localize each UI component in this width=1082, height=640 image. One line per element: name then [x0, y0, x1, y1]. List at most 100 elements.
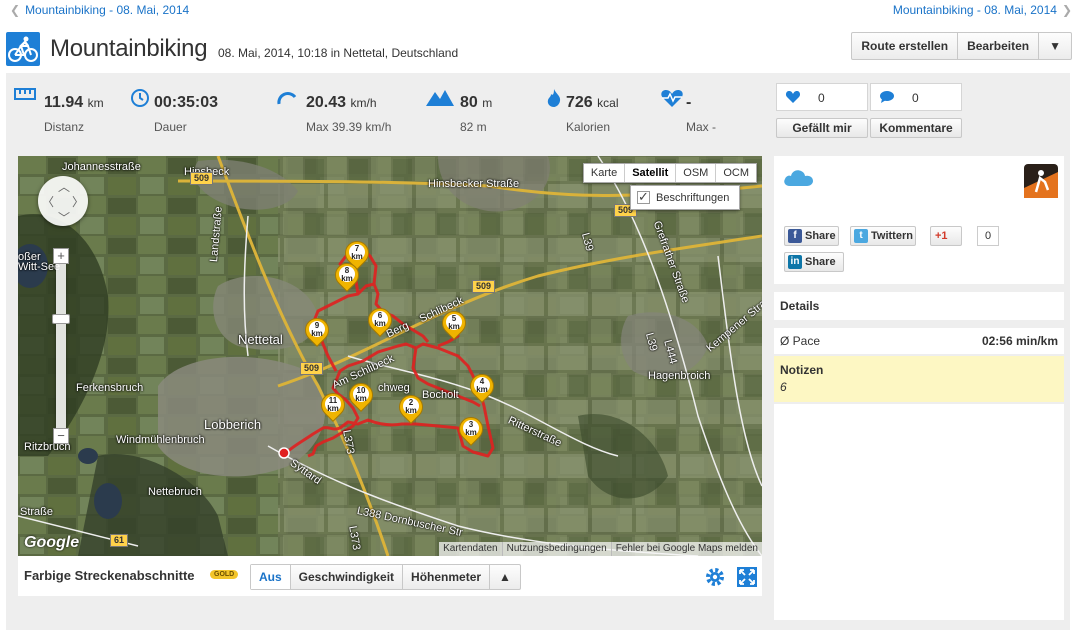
- km-marker[interactable]: 9 km: [300, 313, 334, 352]
- terms-link[interactable]: Nutzungsbedingungen: [501, 542, 611, 556]
- km-marker[interactable]: 4 km: [465, 369, 499, 408]
- header-actions: Route erstellen Bearbeiten ▼: [851, 32, 1072, 60]
- map-type-osm[interactable]: OSM: [676, 164, 717, 182]
- google-plus-button[interactable]: +1: [930, 226, 962, 246]
- label-bocholt: Bocholt: [422, 389, 459, 401]
- heartrate-value: -: [686, 94, 692, 111]
- linkedin-share-button[interactable]: in Share: [784, 252, 844, 272]
- heart-icon: [785, 90, 801, 104]
- labels-checkbox[interactable]: [637, 189, 650, 205]
- google-plus-label: +1: [935, 230, 948, 242]
- likes-count: 0: [818, 91, 825, 105]
- calories-label: Kalorien: [566, 120, 611, 134]
- facebook-icon: f: [788, 229, 802, 243]
- labels-toggle[interactable]: Beschriftungen: [630, 185, 740, 210]
- heartrate-icon: [660, 88, 684, 108]
- speech-bubble-icon: [879, 90, 895, 104]
- pan-up-icon[interactable]: ︿: [58, 178, 70, 195]
- route-coloring-segments: Aus Geschwindigkeit Höhenmeter ▲: [250, 564, 521, 590]
- km-marker[interactable]: 11 km: [316, 388, 350, 427]
- elevation-sub: 82 m: [460, 120, 487, 134]
- sharing-card: f Share t Twittern +1 0 in Share: [774, 156, 1064, 284]
- pace-label: Ø Pace: [780, 334, 821, 348]
- label-nettetal: Nettetal: [238, 332, 283, 347]
- twitter-share-button[interactable]: t Twittern: [850, 226, 916, 246]
- mountainbike-icon: [6, 32, 40, 66]
- coloring-speed-button[interactable]: Geschwindigkeit: [291, 565, 404, 589]
- pan-right-icon[interactable]: 〉: [72, 193, 84, 210]
- route-map[interactable]: Johannesstraße Hinsbeck Hinsbecker Straß…: [18, 156, 762, 556]
- activity-subtitle: 08. Mai, 2014, 10:18 in Nettetal, Deutsc…: [218, 46, 459, 60]
- zoom-slider-track[interactable]: [56, 252, 66, 436]
- create-route-button[interactable]: Route erstellen: [852, 33, 959, 59]
- map-type-satellit[interactable]: Satellit: [625, 164, 677, 182]
- label-lobberich: Lobberich: [204, 417, 262, 432]
- km-marker[interactable]: 8 km: [330, 258, 364, 297]
- zoom-out-button[interactable]: −: [53, 428, 69, 444]
- duration-value: 00:35:03: [154, 94, 219, 111]
- distance-label: Distanz: [44, 120, 85, 134]
- road-shield: 61: [110, 534, 129, 547]
- speedometer-icon: [276, 88, 300, 108]
- notes-text: 6: [780, 380, 787, 394]
- more-actions-dropdown[interactable]: ▼: [1039, 33, 1071, 59]
- road-shield: 509: [472, 280, 496, 293]
- coloring-off-button[interactable]: Aus: [251, 565, 291, 589]
- label-nettebruch: Nettebruch: [148, 486, 202, 498]
- chevron-right-icon: ❯: [1061, 3, 1072, 17]
- fullscreen-icon[interactable]: [736, 566, 758, 588]
- comment-button[interactable]: Kommentare: [870, 118, 962, 138]
- collapse-toolbar-button[interactable]: ▲: [490, 565, 520, 589]
- zoom-in-button[interactable]: +: [53, 248, 69, 264]
- map-type-ocm[interactable]: OCM: [716, 164, 756, 182]
- km-marker[interactable]: 6 km: [363, 303, 397, 342]
- road-shield: 509: [190, 172, 214, 185]
- report-error-link[interactable]: Fehler bei Google Maps melden: [610, 542, 762, 556]
- edit-button[interactable]: Bearbeiten: [958, 33, 1040, 59]
- distance-value: 11.94 km: [44, 94, 104, 111]
- activity-title: Mountainbiking: [50, 35, 208, 62]
- likes-counter: 0: [776, 83, 868, 111]
- map-type-karte[interactable]: Karte: [584, 164, 626, 182]
- km-marker[interactable]: 3 km: [454, 412, 488, 451]
- previous-activity-label: Mountainbiking - 08. Mai, 2014: [25, 3, 190, 17]
- label-johannesstrasse: Johannesstraße: [62, 161, 141, 173]
- calories-value: 726 kcal: [566, 94, 619, 111]
- mountain-icon: [426, 88, 454, 108]
- road-shield: 509: [300, 362, 324, 375]
- pan-down-icon[interactable]: ﹀: [58, 209, 70, 226]
- duration-label: Dauer: [154, 120, 187, 134]
- activity-header: Mountainbiking 08. Mai, 2014, 10:18 in N…: [0, 28, 1082, 72]
- app-logo-icon: [1024, 164, 1058, 198]
- twitter-share-label: Twittern: [871, 230, 913, 242]
- next-activity-link[interactable]: Mountainbiking - 08. Mai, 2014 ❯: [893, 3, 1072, 17]
- previous-activity-link[interactable]: ❮ Mountainbiking - 08. Mai, 2014: [10, 3, 189, 17]
- next-activity-label: Mountainbiking - 08. Mai, 2014: [892, 3, 1057, 17]
- pan-left-icon[interactable]: 〈: [42, 193, 54, 210]
- label-hinsbecker-strasse: Hinsbecker Straße: [428, 178, 520, 190]
- clock-icon: [130, 88, 154, 108]
- zoom-slider-handle[interactable]: [52, 314, 70, 324]
- label-weg: chweg: [378, 382, 410, 394]
- pace-row: Ø Pace 02:56 min/km: [774, 328, 1064, 354]
- gold-badge: GOLD: [210, 570, 239, 579]
- map-data-link[interactable]: Kartendaten: [439, 542, 502, 556]
- km-marker[interactable]: 5 km: [437, 306, 471, 345]
- coloring-elevation-button[interactable]: Höhenmeter: [403, 565, 491, 589]
- labels-option-label: Beschriftungen: [656, 191, 730, 204]
- cloud-icon: [782, 166, 816, 191]
- facebook-share-button[interactable]: f Share: [784, 226, 839, 246]
- label-ferkensbruch: Ferkensbruch: [76, 382, 144, 394]
- max-heartrate-label: Max -: [686, 120, 716, 134]
- settings-gear-icon[interactable]: [704, 566, 726, 588]
- like-button[interactable]: Gefällt mir: [776, 118, 868, 138]
- comments-count: 0: [912, 91, 919, 105]
- facebook-share-label: Share: [805, 230, 836, 242]
- km-marker[interactable]: 2 km: [394, 390, 428, 429]
- ruler-icon: [14, 88, 38, 108]
- details-header: Details: [774, 292, 1064, 320]
- linkedin-share-label: Share: [805, 256, 836, 268]
- route-coloring-title: Farbige Streckenabschnitte: [24, 568, 195, 583]
- km-marker[interactable]: 10 km: [344, 378, 378, 417]
- pan-control[interactable]: ︿ ﹀ 〈 〉: [38, 176, 88, 226]
